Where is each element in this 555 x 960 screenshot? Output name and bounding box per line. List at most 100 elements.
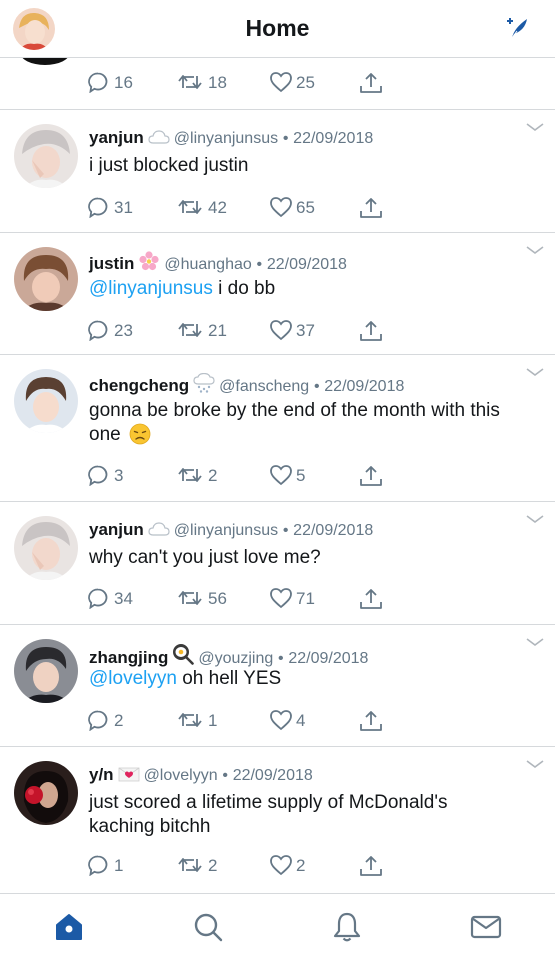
avatar[interactable] [14,639,78,703]
handle[interactable]: @linyanjunsus [174,130,278,147]
tweet[interactable]: yanjun @linyanjunsus • 22/09/2018 i just … [0,110,555,233]
reply-icon [88,72,108,93]
share-icon [360,466,382,486]
tweet-actions: 2 1 4 [87,708,387,734]
tab-home[interactable] [52,910,86,944]
separator-dot: • [282,522,289,539]
like-count: 37 [296,321,315,340]
tweet-text-line: just scored a lifetime supply of McDonal… [89,792,448,813]
tweet-text: why can't you just love me? [89,546,539,570]
tweet-header: yanjun @linyanjunsus • 22/09/2018 [89,128,373,148]
display-name[interactable]: y/n [89,765,114,784]
compose-feather-icon [507,18,527,39]
compose-tweet-button[interactable] [503,14,531,42]
retweet-icon [178,713,202,727]
chevron-down-icon[interactable] [526,122,544,132]
reply-count: 31 [114,198,133,217]
mention[interactable]: @linyanjunsus [89,278,213,299]
avatar[interactable] [14,124,78,188]
retweet-icon [178,468,202,482]
tweet-text-line: i do bb [212,278,276,299]
reply-icon [88,588,108,609]
search-icon [194,913,223,942]
tweet-header: y/n @lovelyyn • 22/09/2018 [89,765,313,785]
separator-dot: • [256,256,263,273]
reply-count: 3 [114,466,124,485]
retweet-count: 2 [208,466,218,485]
partial-tweet[interactable]: 16 18 25 [0,40,555,110]
cherry-blossom-icon [138,251,160,271]
chevron-down-icon[interactable] [526,367,544,377]
retweet-icon [178,591,202,605]
display-name[interactable]: yanjun [89,128,144,147]
avatar[interactable] [14,369,78,433]
chevron-down-icon[interactable] [526,514,544,524]
avatar[interactable] [14,516,78,580]
retweet-icon [178,858,202,872]
heart-icon [270,855,292,876]
handle[interactable]: @youzjing [198,650,273,667]
tweet-text: i just blocked justin [89,154,539,178]
display-name[interactable]: zhangjing [89,648,168,667]
tweet-actions: 16 18 25 [87,70,387,96]
like-count: 5 [296,466,306,485]
like-count: 4 [296,711,306,730]
tweet-actions: 3 2 5 [87,463,387,489]
handle[interactable]: @linyanjunsus [174,522,278,539]
reply-count: 34 [114,589,133,608]
tweet[interactable]: justin @huanghao • 22/09/2018 @linyanjuns… [0,233,555,355]
tweet[interactable]: chengcheng @fanscheng • 22/09/2018 gonna … [0,355,555,502]
avatar[interactable] [14,761,78,825]
retweet-count: 18 [208,73,227,92]
tweet-header: zhangjing @youzjing • 22/09/2018 [89,643,368,668]
reply-count: 1 [114,856,124,875]
home-icon [56,914,82,940]
mention[interactable]: @lovelyyn [89,668,177,689]
share-icon [360,198,382,218]
tweet-actions: 23 21 37 [87,318,387,344]
handle[interactable]: @huanghao [164,256,251,273]
reply-icon [88,320,108,341]
share-icon [360,73,382,93]
retweet-icon [178,75,202,89]
tweet-text: @lovelyyn oh hell YES [89,667,539,691]
tweet-header: justin @huanghao • 22/09/2018 [89,251,347,274]
separator-dot: • [222,767,228,784]
tweet[interactable]: y/n @lovelyyn • 22/09/2018 just scored a … [0,747,555,893]
chevron-down-icon[interactable] [526,245,544,255]
reply-icon [88,710,108,731]
tweet-text-line-2: kaching bitchh [89,816,211,837]
display-name[interactable]: yanjun [89,520,144,539]
tweet-actions: 1 2 2 [87,853,387,879]
disappointed-face-icon [129,423,151,445]
tab-notifications[interactable] [330,910,364,944]
tab-messages[interactable] [469,910,503,944]
frying-pan-icon [172,643,195,665]
avatar[interactable] [14,247,78,311]
chevron-down-icon[interactable] [526,637,544,647]
tweet-header: yanjun @linyanjunsus • 22/09/2018 [89,520,373,540]
chevron-down-icon[interactable] [526,759,544,769]
cloud-icon [148,521,170,537]
reply-icon [88,465,108,486]
tweet-text-line-2: one [89,424,121,445]
heart-icon [270,710,292,731]
tweet-text-line: gonna be broke by the end of the month w… [89,400,500,421]
tweet-text-line: i just blocked justin [89,155,249,176]
heart-icon [270,320,292,341]
tweet[interactable]: zhangjing @youzjing • 22/09/2018 @lovelyy… [0,625,555,747]
heart-icon [270,72,292,93]
display-name[interactable]: justin [89,254,134,273]
handle[interactable]: @fanscheng [219,378,309,395]
retweet-count: 42 [208,198,227,217]
tab-search[interactable] [191,910,225,944]
tweet-text-line: oh hell YES [176,668,282,689]
like-count: 2 [296,856,306,875]
handle[interactable]: @lovelyyn [144,767,218,784]
heart-icon [270,588,292,609]
share-icon [360,589,382,609]
tweet-actions: 31 42 65 [87,195,387,221]
display-name[interactable]: chengcheng [89,376,189,395]
tweet[interactable]: yanjun @linyanjunsus • 22/09/2018 why can… [0,502,555,625]
tweet-date: 22/09/2018 [288,650,369,667]
